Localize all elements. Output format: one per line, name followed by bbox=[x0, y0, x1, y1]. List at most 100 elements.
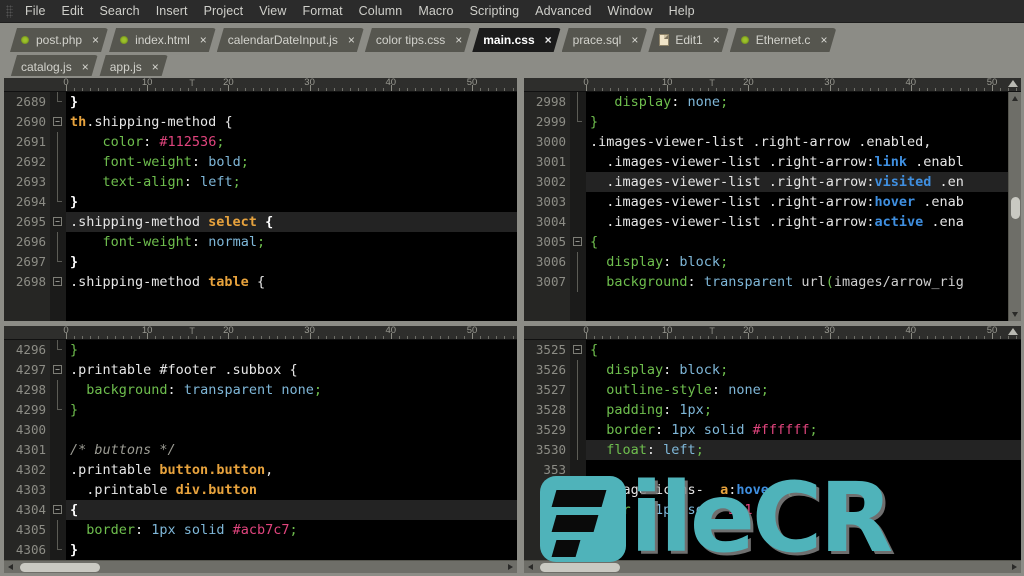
code-line[interactable]: .images-viewer-list .right-arrow:hover .… bbox=[586, 192, 1021, 212]
tab-close-icon[interactable]: × bbox=[631, 34, 638, 46]
fold-collapse-icon[interactable]: − bbox=[573, 237, 582, 246]
code-line-highlighted[interactable]: { bbox=[66, 500, 517, 520]
code-area-bottom-right[interactable]: { display: block; outline-style: none; p… bbox=[586, 340, 1021, 573]
tab-close-icon[interactable]: × bbox=[455, 34, 462, 46]
code-editor-bottom-right[interactable]: 3525 3526 3527 3528 3529 3530 353 353 353 353 353 … bbox=[524, 340, 1021, 573]
code-line[interactable]: { bbox=[586, 340, 1021, 360]
code-area-top-left[interactable]: } th.shipping-method { color: #112536; fo… bbox=[66, 92, 517, 321]
fold-collapse-icon[interactable]: − bbox=[53, 365, 62, 374]
tab-close-icon[interactable]: × bbox=[200, 34, 207, 46]
fold-collapse-icon[interactable]: − bbox=[53, 217, 62, 226]
code-line[interactable]: dpimage icons- a:hover { bbox=[586, 480, 1021, 500]
vertical-scrollbar-top-right[interactable] bbox=[1008, 92, 1021, 321]
code-line[interactable]: .printable button.button, bbox=[66, 460, 517, 480]
code-line[interactable]: } bbox=[66, 252, 517, 272]
tab-main-css[interactable]: main.css × bbox=[472, 28, 560, 52]
horizontal-scrollbar-bottom-left[interactable] bbox=[4, 560, 517, 573]
menu-item-window[interactable]: Window bbox=[600, 1, 661, 21]
fold-gutter-bottom-right[interactable]: − bbox=[570, 340, 586, 573]
code-line[interactable]: color: #112536; bbox=[66, 132, 517, 152]
code-line[interactable]: } bbox=[586, 520, 1021, 540]
tab-close-icon[interactable]: × bbox=[713, 34, 720, 46]
scroll-right-arrow-icon[interactable] bbox=[504, 561, 517, 573]
menu-item-project[interactable]: Project bbox=[196, 1, 252, 21]
code-line[interactable]: display: block; bbox=[586, 360, 1021, 380]
tab-calendardateinput-js[interactable]: calendarDateInput.js × bbox=[217, 28, 364, 52]
code-line[interactable]: .printable #footer .subbox { bbox=[66, 360, 517, 380]
tab-close-icon[interactable]: × bbox=[348, 34, 355, 46]
code-area-bottom-left[interactable]: } .printable #footer .subbox { background… bbox=[66, 340, 517, 573]
code-editor-top-left[interactable]: 2689 2690 2691 2692 2693 2694 2695 2696 2697 2698… bbox=[4, 92, 517, 321]
code-line[interactable] bbox=[586, 460, 1021, 480]
menu-item-column[interactable]: Column bbox=[351, 1, 411, 21]
menu-item-file[interactable]: File bbox=[17, 1, 54, 21]
code-line[interactable]: } bbox=[66, 92, 517, 112]
scrollbar-thumb[interactable] bbox=[540, 563, 620, 572]
code-line[interactable] bbox=[586, 540, 1021, 560]
menu-item-view[interactable]: View bbox=[251, 1, 294, 21]
code-editor-bottom-left[interactable]: 4296 4297 4298 4299 4300 4301 4302 4303 4304 4305… bbox=[4, 340, 517, 573]
menu-item-edit[interactable]: Edit bbox=[54, 1, 92, 21]
fold-gutter-bottom-left[interactable]: − − bbox=[50, 340, 66, 573]
code-line[interactable]: padding: 1px; bbox=[586, 400, 1021, 420]
fold-marker[interactable]: − bbox=[570, 232, 586, 252]
tab-close-icon[interactable]: × bbox=[545, 34, 552, 46]
code-line[interactable]: } bbox=[66, 400, 517, 420]
code-line[interactable]: .images-viewer-list .right-arrow .enable… bbox=[586, 132, 1021, 152]
code-editor-top-right[interactable]: 2998 2999 3000 3001 3002 3003 3004 3005 3006 3007… bbox=[524, 92, 1021, 321]
tab-close-icon[interactable]: × bbox=[152, 61, 159, 73]
code-line[interactable]: .printable div.button bbox=[66, 480, 517, 500]
code-line[interactable]: border: 1px solid #ffffff; bbox=[586, 420, 1021, 440]
code-line[interactable]: } bbox=[66, 192, 517, 212]
tab-prace-sql[interactable]: prace.sql × bbox=[562, 28, 648, 52]
code-line[interactable] bbox=[66, 420, 517, 440]
menu-item-macro[interactable]: Macro bbox=[410, 1, 461, 21]
code-line[interactable]: .shipping-method table { bbox=[66, 272, 517, 292]
scrollbar-thumb[interactable] bbox=[20, 563, 100, 572]
tab-index-html[interactable]: index.html × bbox=[109, 28, 216, 52]
tab-close-icon[interactable]: × bbox=[92, 34, 99, 46]
code-line[interactable]: .images-viewer-list .right-arrow:link .e… bbox=[586, 152, 1021, 172]
menu-item-scripting[interactable]: Scripting bbox=[462, 1, 528, 21]
tab-close-icon[interactable]: × bbox=[82, 61, 89, 73]
code-line[interactable]: } bbox=[66, 340, 517, 360]
scroll-down-arrow-icon[interactable] bbox=[1009, 308, 1021, 321]
fold-collapse-icon[interactable]: − bbox=[53, 277, 62, 286]
code-line-highlighted[interactable]: .images-viewer-list .right-arrow:visited… bbox=[586, 172, 1021, 192]
code-line[interactable]: font-weight: normal; bbox=[66, 232, 517, 252]
fold-marker[interactable]: − bbox=[50, 272, 66, 292]
code-line-highlighted[interactable]: float: left; bbox=[586, 440, 1021, 460]
fold-marker[interactable]: − bbox=[50, 360, 66, 380]
code-line-highlighted[interactable]: .shipping-method select { bbox=[66, 212, 517, 232]
tab-post-php[interactable]: post.php × bbox=[10, 28, 108, 52]
menu-item-insert[interactable]: Insert bbox=[148, 1, 196, 21]
code-line[interactable]: th.shipping-method { bbox=[66, 112, 517, 132]
code-line[interactable]: } bbox=[66, 540, 517, 560]
code-area-top-right[interactable]: display: none;} .images-viewer-list .righ… bbox=[586, 92, 1021, 321]
tab-edit1[interactable]: Edit1 × bbox=[648, 28, 728, 52]
fold-marker[interactable]: − bbox=[50, 500, 66, 520]
code-line[interactable]: { bbox=[586, 232, 1021, 252]
code-line[interactable]: display: block; bbox=[586, 252, 1021, 272]
fold-marker[interactable]: − bbox=[570, 340, 586, 360]
code-line[interactable]: display: none; bbox=[586, 92, 1021, 112]
menu-grip-handle[interactable] bbox=[6, 4, 13, 18]
menu-item-search[interactable]: Search bbox=[92, 1, 148, 21]
tab-close-icon[interactable]: × bbox=[820, 34, 827, 46]
fold-collapse-icon[interactable]: − bbox=[573, 345, 582, 354]
fold-collapse-icon[interactable]: − bbox=[53, 117, 62, 126]
fold-marker[interactable]: − bbox=[50, 212, 66, 232]
horizontal-scrollbar-bottom-right[interactable] bbox=[524, 560, 1021, 573]
fold-gutter-top-right[interactable]: − bbox=[570, 92, 586, 321]
tab-ethernet-c[interactable]: Ethernet.c × bbox=[730, 28, 837, 52]
scroll-left-arrow-icon[interactable] bbox=[4, 561, 17, 573]
code-line[interactable]: outline-style: none; bbox=[586, 380, 1021, 400]
scrollbar-thumb[interactable] bbox=[1011, 197, 1020, 219]
code-line[interactable]: border: 1px solid #acb7c7; bbox=[66, 520, 517, 540]
menu-item-help[interactable]: Help bbox=[661, 1, 703, 21]
fold-gutter-top-left[interactable]: − − − bbox=[50, 92, 66, 321]
code-line[interactable]: background: transparent url(images/arrow… bbox=[586, 272, 1021, 292]
scroll-right-arrow-icon[interactable] bbox=[1008, 561, 1021, 573]
code-line[interactable]: bor 1p so 541 bbox=[586, 500, 1021, 520]
menu-item-advanced[interactable]: Advanced bbox=[527, 1, 599, 21]
